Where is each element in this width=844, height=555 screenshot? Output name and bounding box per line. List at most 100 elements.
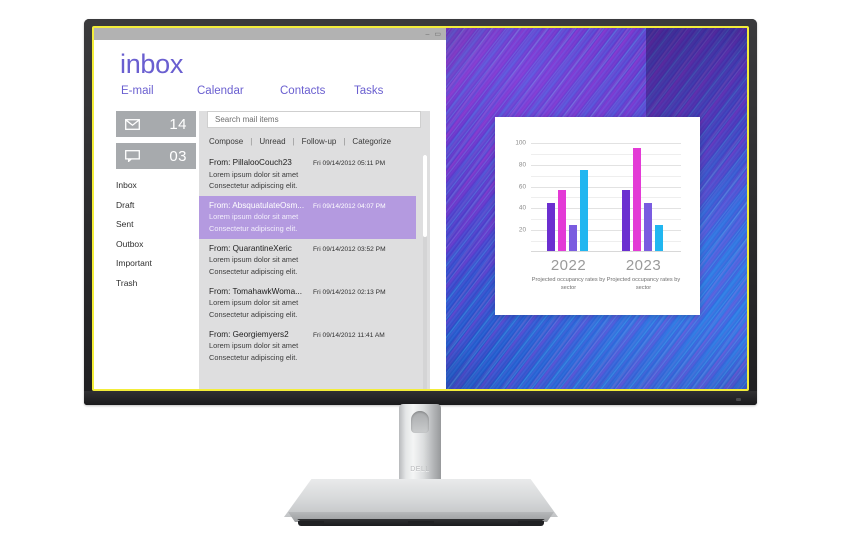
power-led-icon [736,398,741,401]
product-photo-stage: – ▭ inbox E-mail Calendar Contacts Tasks [0,0,844,555]
chart-bar [654,224,663,252]
message-preview-line-1: Lorem ipsum dolor sit amet [209,212,299,222]
message-preview-line-1: Lorem ipsum dolor sit amet [209,255,299,265]
sidebar: 14 03 Inbox Draft Sent Outbox Important … [94,111,199,389]
message-timestamp: Fri 09/14/2012 05:11 PM [313,160,386,167]
sidebar-item-sent[interactable]: Sent [116,219,199,229]
monitor-bottom-bezel [84,391,757,405]
message-timestamp: Fri 09/14/2012 03:52 PM [313,245,386,253]
sidebar-item-trash[interactable]: Trash [116,278,199,288]
mail-toolbar: Compose | Unread | Follow-up | Categoriz… [209,137,391,146]
mail-list-panel: Search mail items Compose | Unread | Fol… [199,111,430,389]
primary-nav: E-mail Calendar Contacts Tasks [94,85,446,97]
message-preview-line-2: Consectetur adipiscing elit. [209,267,298,277]
maximize-icon[interactable]: ▭ [434,31,441,38]
message-preview-line-2: Consectetur adipiscing elit. [209,310,298,320]
desktop-wallpaper-pane: 100 80 60 40 20 2022 Projected occupancy rat… [446,28,747,389]
unread-filter-button[interactable]: Unread [259,137,285,146]
message-sender: From: Georgiemyers2 [209,329,289,339]
message-preview-line-1: Lorem ipsum dolor sit amet [209,298,299,308]
message-timestamp: Fri 09/14/2012 11:41 AM [313,331,385,339]
message-timestamp: Fri 09/14/2012 02:13 PM [313,288,386,296]
message-sender: From: PillalooCouch23 [209,158,292,167]
unread-mail-count: 14 [169,115,187,133]
chart-category-labels: 2022 Projected occupancy rates by sector… [531,257,681,292]
chart-bar [643,202,652,252]
chart-bar [568,224,577,252]
chart-bar [621,189,630,252]
monitor-stand-neck: DELL [399,404,441,490]
sidebar-item-outbox[interactable]: Outbox [116,239,199,249]
tab-email[interactable]: E-mail [121,85,197,97]
chart-category-caption: Projected occupancy rates by sector [606,277,681,292]
chart-category-year: 2022 [550,257,587,274]
app-content: 14 03 Inbox Draft Sent Outbox Important … [94,111,446,389]
chart-category-2022: 2022 Projected occupancy rates by sector [531,257,606,292]
brand-logo: DELL [410,466,430,473]
chart-baseline [531,251,681,252]
cable-management-slot [411,411,429,433]
envelope-icon [125,118,140,130]
message-sender: From: AbsquatulateOsm... [209,200,305,210]
chart-bar [632,148,641,252]
message-header: From: QuarantineXeric Fri 09/14/2012 03:… [209,244,408,253]
inbox-app-window: – ▭ inbox E-mail Calendar Contacts Tasks [94,28,446,389]
monitor-bezel: – ▭ inbox E-mail Calendar Contacts Tasks [84,19,757,405]
chart-bar [546,202,555,252]
search-input-text: Search mail items [215,115,279,124]
chart-category-2023: 2023 Projected occupancy rates by sector [606,257,681,292]
messages-count: 03 [169,147,187,165]
tab-contacts[interactable]: Contacts [280,85,354,97]
page-title: inbox [120,49,184,79]
toolbar-separator: | [292,137,295,146]
compose-button[interactable]: Compose [209,137,243,146]
followup-button[interactable]: Follow-up [302,137,337,146]
chart-y-tick-label: 80 [518,161,526,169]
sidebar-item-draft[interactable]: Draft [116,200,199,210]
message-preview-line-2: Consectetur adipiscing elit. [209,181,298,191]
chart-card: 100 80 60 40 20 2022 Projected occupancy rat… [495,117,700,315]
message-preview-line-1: Lorem ipsum dolor sit amet [209,169,299,179]
chart-bar [557,189,566,252]
chart-y-tick-label: 60 [518,183,526,191]
message-header: From: Georgiemyers2 Fri 09/14/2012 11:41… [209,330,408,339]
message-preview-line-1: Lorem ipsum dolor sit amet [209,341,299,351]
list-item[interactable]: From: Georgiemyers2 Fri 09/14/2012 11:41… [199,325,416,368]
tab-tasks[interactable]: Tasks [354,85,383,97]
stand-base-top [284,479,558,517]
search-input[interactable]: Search mail items [207,111,421,128]
chart-category-caption: Projected occupancy rates by sector [531,277,606,292]
list-item[interactable]: From: QuarantineXeric Fri 09/14/2012 03:… [199,239,416,282]
window-titlebar: – ▭ [94,28,446,40]
message-timestamp: Fri 09/14/2012 04:07 PM [313,202,386,210]
message-list: From: PillalooCouch23 Fri 09/14/2012 05:… [199,153,430,368]
sidebar-item-important[interactable]: Important [116,258,199,268]
unread-mail-badge[interactable]: 14 [116,111,196,137]
message-header: From: PillalooCouch23 Fri 09/14/2012 05:… [209,158,408,167]
chart-bar-group [531,132,606,252]
message-sender: From: TomahawkWoma... [209,286,302,296]
message-header: From: TomahawkWoma... Fri 09/14/2012 02:… [209,287,408,296]
list-item-selected[interactable]: From: AbsquatulateOsm... Fri 09/14/2012 … [199,195,416,239]
chart-y-tick-label: 40 [518,204,526,212]
stand-foot-left [298,521,324,526]
chart-bar-group [606,132,681,252]
sidebar-item-inbox[interactable]: Inbox [116,180,199,190]
scrollbar-thumb[interactable] [423,155,427,237]
tab-calendar[interactable]: Calendar [197,85,280,97]
list-item[interactable]: From: PillalooCouch23 Fri 09/14/2012 05:… [199,153,416,196]
chart-bars [531,132,681,252]
message-header: From: AbsquatulateOsm... Fri 09/14/2012 … [209,201,408,210]
categorize-button[interactable]: Categorize [352,137,391,146]
chart-plot-area: 100 80 60 40 20 [515,132,681,252]
message-preview-line-2: Consectetur adipiscing elit. [209,224,298,234]
minimize-icon[interactable]: – [425,31,429,38]
list-item[interactable]: From: TomahawkWoma... Fri 09/14/2012 02:… [199,282,416,325]
monitor-stand-base [284,479,558,526]
message-sender: From: QuarantineXeric [209,243,292,253]
folder-list: Inbox Draft Sent Outbox Important Trash [116,180,199,288]
stand-foot-center [408,521,434,526]
messages-badge[interactable]: 03 [116,143,196,169]
app-body: inbox E-mail Calendar Contacts Tasks 14 … [94,40,446,389]
message-preview-line-2: Consectetur adipiscing elit. [209,353,298,363]
